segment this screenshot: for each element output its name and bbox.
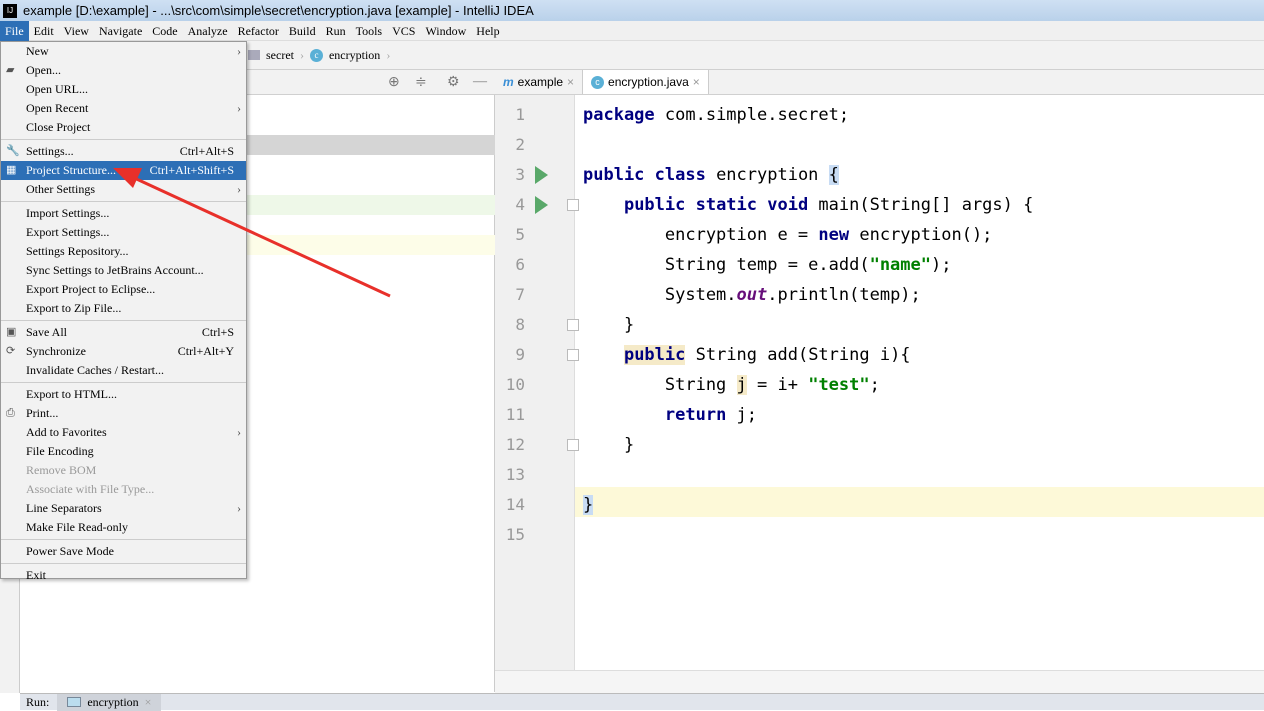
red-arrow-annotation	[113, 168, 391, 298]
